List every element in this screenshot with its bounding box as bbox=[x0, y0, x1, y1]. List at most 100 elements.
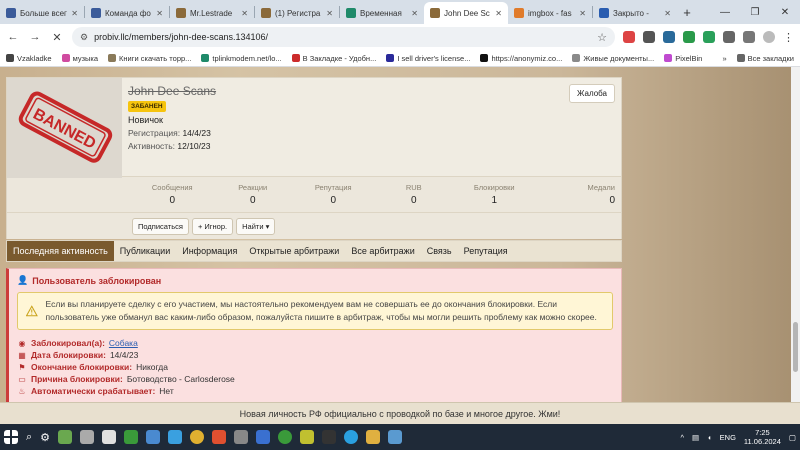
app-icon[interactable] bbox=[256, 430, 271, 444]
restore-icon[interactable]: ❐ bbox=[740, 7, 770, 18]
windows-start-icon[interactable] bbox=[4, 430, 18, 444]
app-icon[interactable] bbox=[322, 430, 337, 444]
close-icon[interactable]: ✕ bbox=[411, 9, 418, 18]
close-icon[interactable]: ✕ bbox=[241, 9, 248, 18]
tab-open-arbitrations[interactable]: Открытые арбитражи bbox=[243, 241, 345, 261]
app-icon[interactable] bbox=[58, 430, 73, 444]
close-icon[interactable]: ✕ bbox=[156, 9, 163, 18]
page-scrollbar[interactable] bbox=[791, 67, 800, 402]
app-icon[interactable] bbox=[168, 430, 183, 444]
tray-chevron-icon[interactable]: ^ bbox=[681, 433, 685, 442]
close-icon[interactable]: ✕ bbox=[664, 9, 671, 18]
bookmark-favicon-icon bbox=[291, 54, 300, 62]
find-dropdown-button[interactable]: Найти ▾ bbox=[236, 217, 276, 235]
all-bookmarks-button[interactable]: Все закладки bbox=[736, 54, 794, 63]
close-icon[interactable]: ✕ bbox=[326, 9, 333, 18]
bookmark-item[interactable]: Vzakladke bbox=[6, 54, 52, 63]
bookmark-item[interactable]: музыка bbox=[61, 54, 98, 63]
browser-tab-active[interactable]: John Dee Sc ✕ bbox=[424, 2, 508, 24]
app-icon[interactable] bbox=[388, 430, 403, 444]
bookmark-star-icon[interactable]: ☆ bbox=[597, 31, 607, 44]
extension-green-icon[interactable] bbox=[683, 31, 695, 43]
banned-by-link[interactable]: Собака bbox=[109, 338, 138, 348]
translate-icon[interactable] bbox=[643, 31, 655, 43]
new-tab-button[interactable]: + bbox=[677, 5, 697, 20]
profile-avatar-icon[interactable] bbox=[763, 31, 775, 43]
search-icon[interactable]: ⌕ bbox=[26, 431, 32, 444]
stat-bans[interactable]: Блокировки 1 bbox=[454, 183, 535, 206]
tab-contact[interactable]: Связь bbox=[421, 241, 458, 261]
browser-tab-strip: Больше всег ✕ Команда фо ✕ Mr.Lestrade ✕… bbox=[0, 0, 800, 24]
subscribe-button[interactable]: Подписаться bbox=[132, 217, 189, 235]
close-icon[interactable]: ✕ bbox=[495, 9, 502, 18]
stat-reputation[interactable]: Репутация 0 bbox=[293, 183, 374, 206]
telegram-icon[interactable] bbox=[344, 430, 359, 444]
promo-notice-bar[interactable]: Новая личность РФ официально с проводкой… bbox=[0, 402, 800, 424]
profile-actions: Подписаться + Игнор. Найти ▾ bbox=[6, 213, 622, 239]
mail-icon[interactable] bbox=[663, 31, 675, 43]
brave-icon[interactable] bbox=[212, 430, 227, 444]
chrome-icon[interactable] bbox=[190, 430, 205, 444]
close-icon[interactable]: ✕ bbox=[71, 9, 78, 18]
settings-gear-icon[interactable]: ⚙ bbox=[40, 431, 50, 444]
notifications-icon[interactable]: ▢ bbox=[789, 433, 796, 442]
registered-row: Регистрация: 14/4/23 bbox=[128, 128, 615, 138]
scrollbar-thumb[interactable] bbox=[793, 322, 798, 372]
app-icon[interactable] bbox=[146, 430, 161, 444]
browser-tab[interactable]: Временная ✕ bbox=[340, 2, 424, 24]
download-icon[interactable] bbox=[743, 31, 755, 43]
app-icon[interactable] bbox=[300, 430, 315, 444]
browser-tab[interactable]: imgbox - fas ✕ bbox=[508, 2, 592, 24]
browser-tab[interactable]: Больше всег ✕ bbox=[0, 2, 84, 24]
back-arrow-icon[interactable]: ← bbox=[6, 31, 20, 43]
minimize-icon[interactable]: — bbox=[710, 7, 740, 18]
forward-arrow-icon[interactable]: → bbox=[28, 31, 42, 43]
puzzle-icon[interactable] bbox=[723, 31, 735, 43]
volume-icon[interactable]: ◖ bbox=[707, 433, 712, 442]
browser-tab[interactable]: Mr.Lestrade ✕ bbox=[170, 2, 254, 24]
more-bookmarks-icon[interactable]: » bbox=[722, 54, 726, 63]
app-icon[interactable] bbox=[124, 430, 139, 444]
site-info-icon[interactable]: ⚙ bbox=[80, 32, 88, 43]
bookmark-item[interactable]: I sell driver's license... bbox=[386, 54, 470, 63]
tab-latest-activity[interactable]: Последняя активность bbox=[7, 241, 114, 261]
tab-reputation[interactable]: Репутация bbox=[458, 241, 514, 261]
browser-tab[interactable]: (1) Регистра ✕ bbox=[255, 2, 339, 24]
stat-rub[interactable]: RUB 0 bbox=[374, 183, 455, 206]
folder-icon[interactable] bbox=[366, 430, 381, 444]
bookmark-item[interactable]: Книги скачать торр... bbox=[108, 54, 191, 63]
url-input[interactable]: ⚙ probiv.llc/members/john-dee-scans.1341… bbox=[72, 27, 615, 47]
username[interactable]: John Dee Scans bbox=[128, 84, 615, 98]
profile-header: BANNED John Dee Scans ЗАБАНЕН Новичок Ре… bbox=[6, 77, 622, 178]
bookmark-item[interactable]: В Закладке - Удобн... bbox=[291, 54, 376, 63]
tab-posts[interactable]: Публикации bbox=[114, 241, 176, 261]
tab-info[interactable]: Информация bbox=[176, 241, 243, 261]
app-icon[interactable] bbox=[234, 430, 249, 444]
stat-reactions[interactable]: Реакции 0 bbox=[213, 183, 294, 206]
browser-tab[interactable]: Закрыто - ✕ bbox=[593, 2, 677, 24]
shield-icon[interactable] bbox=[703, 31, 715, 43]
page-viewport: BANNED John Dee Scans ЗАБАНЕН Новичок Ре… bbox=[0, 67, 800, 402]
stat-medals[interactable]: Медали 0 bbox=[535, 183, 615, 206]
bookmark-item[interactable]: PixelBin bbox=[664, 54, 702, 63]
bookmark-item[interactable]: tplinkmodem.net/lo... bbox=[201, 54, 282, 63]
bookmark-item[interactable]: Живые документы... bbox=[572, 54, 654, 63]
app-icon[interactable] bbox=[102, 430, 117, 444]
menu-icon[interactable]: ⋮ bbox=[783, 31, 794, 44]
bookmark-item[interactable]: https://anonymiz.co... bbox=[480, 54, 562, 63]
close-window-icon[interactable]: ✕ bbox=[770, 7, 800, 18]
tab-all-arbitrations[interactable]: Все арбитражи bbox=[345, 241, 420, 261]
gmail-icon[interactable] bbox=[623, 31, 635, 43]
browser-tab[interactable]: Команда фо ✕ bbox=[85, 2, 169, 24]
language-indicator[interactable]: ENG bbox=[720, 433, 736, 442]
clock[interactable]: 7:25 11.06.2024 bbox=[744, 428, 781, 446]
network-icon[interactable]: ▤ bbox=[692, 433, 699, 442]
tab-favicon-icon bbox=[6, 8, 16, 18]
close-icon[interactable]: ✕ bbox=[579, 9, 586, 18]
ignore-button[interactable]: + Игнор. bbox=[191, 217, 234, 235]
report-button[interactable]: Жалоба bbox=[569, 84, 615, 103]
stop-icon[interactable]: ✕ bbox=[50, 31, 64, 44]
stat-messages[interactable]: Сообщения 0 bbox=[132, 183, 213, 206]
app-icon[interactable] bbox=[80, 430, 95, 444]
utorrent-icon[interactable] bbox=[278, 430, 293, 444]
